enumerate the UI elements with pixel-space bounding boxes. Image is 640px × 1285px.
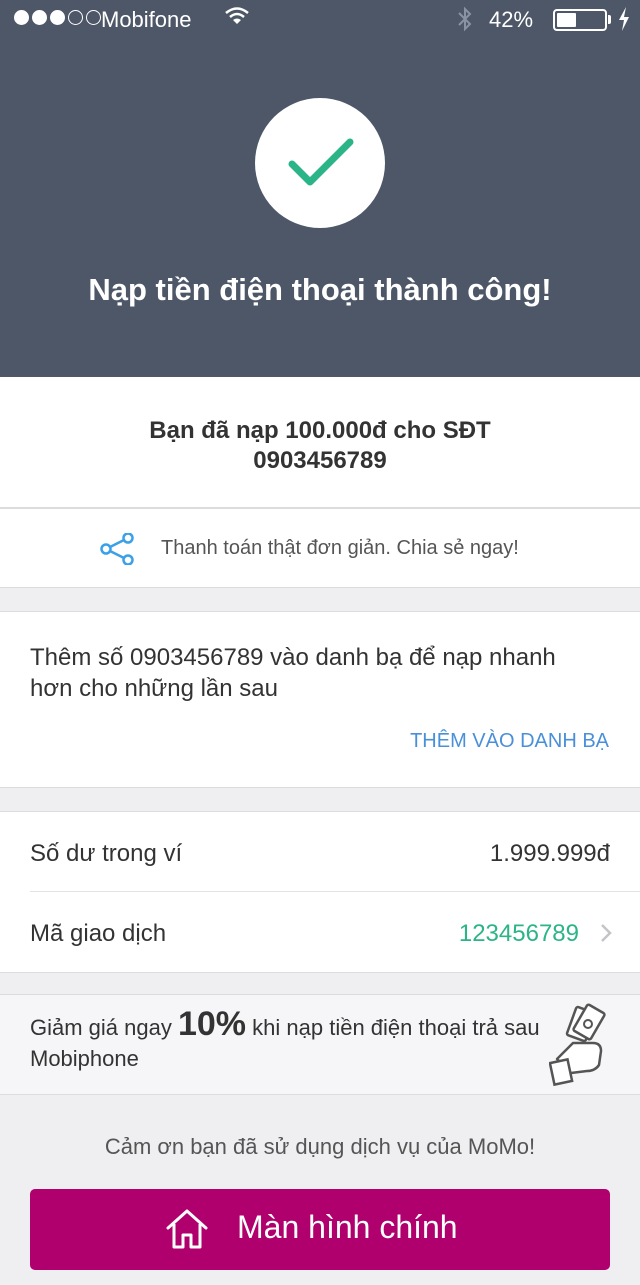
page-title: Nạp tiền điện thoại thành công! [88, 272, 552, 307]
thank-you-message: Cảm ơn bạn đã sử dụng dịch vụ của MoMo! [104, 1134, 536, 1159]
balance-row: Số dư trong ví 1.999.999đ [0, 812, 640, 892]
charging-icon [617, 6, 631, 38]
topup-amount-text: Bạn đã nạp 100.000đ cho SĐT [149, 417, 491, 444]
transaction-row[interactable]: Mã giao dịch 123456789 [0, 892, 640, 972]
promo-banner[interactable]: Giảm giá ngay 10% khi nạp tiền điện thoạ… [0, 994, 640, 1095]
carrier-name: Mobifone [101, 7, 192, 32]
battery-percent: 42% [489, 7, 534, 32]
share-row[interactable]: Thanh toán thật đơn giản. Chia sẻ ngay! [0, 508, 640, 588]
wallet-info-card: Số dư trong ví 1.999.999đ Mã giao dịch 1… [0, 811, 640, 973]
bluetooth-icon [455, 6, 475, 38]
balance-label: Số dư trong ví [30, 840, 183, 867]
signal-strength-icon [14, 10, 101, 25]
add-contact-card: Thêm số 0903456789 vào danh bạ để nạp nh… [0, 611, 640, 788]
chevron-right-icon[interactable] [599, 922, 613, 949]
home-screen-button[interactable]: Màn hình chính [30, 1189, 610, 1270]
share-icon[interactable] [100, 532, 136, 570]
transaction-id[interactable]: 123456789 [459, 920, 579, 948]
promo-discount: 10% [177, 1005, 247, 1043]
success-header: Mobifone 42% Nạp tiền điện thoại thành c… [0, 0, 640, 377]
home-icon [165, 1208, 209, 1255]
add-to-contacts-button[interactable]: THÊM VÀO DANH BẠ [410, 730, 609, 753]
topup-phone-number: 0903456789 [253, 447, 387, 474]
share-text: Thanh toán thật đơn giản. Chia sẻ ngay! [161, 537, 519, 559]
hand-money-icon [548, 1003, 613, 1092]
topup-summary: Bạn đã nạp 100.000đ cho SĐT 0903456789 [0, 416, 640, 476]
add-contact-message: Thêm số 0903456789 vào danh bạ để nạp nh… [30, 644, 556, 702]
battery-tip [608, 15, 611, 24]
home-button-label: Màn hình chính [237, 1209, 458, 1245]
balance-value: 1.999.999đ [489, 840, 610, 867]
battery-icon [553, 9, 607, 31]
status-bar: Mobifone 42% [0, 0, 640, 40]
transaction-label: Mã giao dịch [30, 920, 167, 947]
wifi-icon [224, 6, 250, 32]
promo-prefix: Giảm giá ngay [30, 1015, 172, 1040]
success-check-icon [255, 98, 385, 228]
promo-text: Giảm giá ngay 10% khi nạp tiền điện thoạ… [30, 1007, 540, 1074]
